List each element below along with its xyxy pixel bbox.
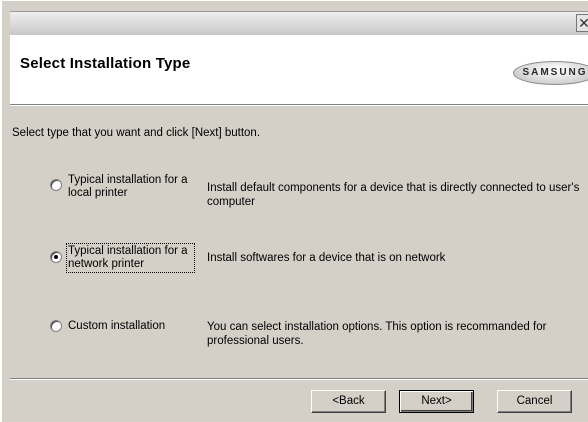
header-divider — [10, 105, 588, 106]
instruction-text: Select type that you want and click [Nex… — [12, 127, 261, 139]
option-custom[interactable]: Custom installation You can select insta… — [2, 320, 588, 360]
cancel-button[interactable]: Cancel — [497, 390, 572, 413]
option-description: Install default components for a device … — [207, 182, 580, 208]
option-description: Install softwares for a device that is o… — [207, 252, 446, 264]
page-title: Select Installation Type — [20, 55, 191, 72]
title-bar: ✕ — [10, 11, 588, 35]
option-local-printer[interactable]: Typical installation for a local printer… — [2, 173, 588, 213]
option-description: You can select installation options. Thi… — [207, 321, 547, 347]
option-label[interactable]: Custom installation — [68, 320, 193, 333]
radio-custom[interactable] — [50, 320, 62, 332]
logo-text: SAMSUNG — [522, 67, 588, 78]
samsung-logo: SAMSUNG — [513, 61, 588, 85]
back-button[interactable]: <Back — [311, 390, 386, 413]
footer-divider-highlight — [10, 379, 588, 380]
radio-local-printer[interactable] — [50, 179, 62, 191]
next-button[interactable]: Next> — [399, 390, 474, 413]
installer-window: ✕ Select Installation Type SAMSUNG Selec… — [0, 0, 588, 422]
option-label[interactable]: Typical installation for a network print… — [66, 243, 195, 273]
close-button[interactable]: ✕ — [576, 14, 588, 32]
header-panel: Select Installation Type SAMSUNG — [10, 35, 588, 105]
radio-network-printer[interactable] — [50, 251, 62, 263]
radio-selected-dot — [54, 255, 58, 259]
close-icon: ✕ — [578, 15, 588, 31]
option-network-printer[interactable]: Typical installation for a network print… — [2, 243, 588, 284]
option-label[interactable]: Typical installation for a local printer — [68, 174, 193, 200]
